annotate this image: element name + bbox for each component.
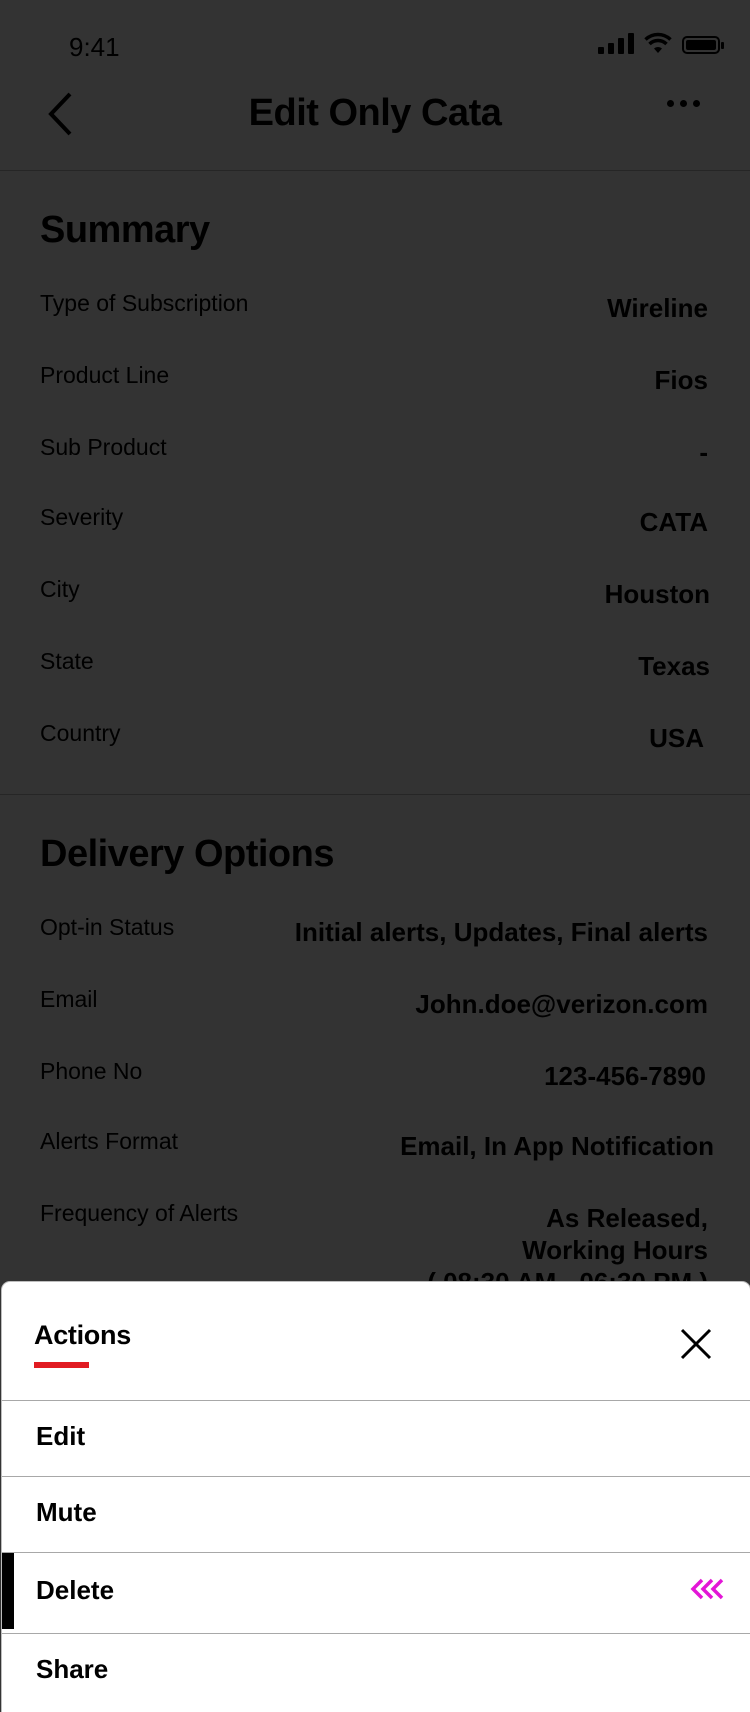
action-share[interactable]: Share (2, 1634, 750, 1709)
more-horizontal-icon (667, 100, 674, 107)
row-label: Opt-in Status (40, 914, 175, 940)
delivery-row-email: Email John.doe@verizon.com (40, 986, 708, 1026)
delivery-row-phone: Phone No 123-456-7890 (40, 1058, 708, 1098)
row-label: Email (40, 986, 98, 1012)
row-value: - (699, 437, 708, 467)
active-indicator (2, 1553, 14, 1629)
page-title: Edit Only Cata (248, 92, 502, 134)
status-time: 9:41 (69, 32, 120, 62)
summary-row-subscription: Type of Subscription Wireline (40, 290, 708, 330)
row-value: Texas (638, 651, 710, 681)
row-value: 123-456-7890 (544, 1061, 706, 1091)
frequency-line: Working Hours (522, 1235, 708, 1265)
action-mute[interactable]: Mute (2, 1477, 750, 1553)
action-label: Mute (36, 1497, 97, 1527)
row-label: Sub Product (40, 434, 167, 460)
top-nav-bar: Edit Only Cata (0, 90, 750, 171)
summary-row-severity: Severity CATA (40, 504, 708, 544)
delivery-options-title: Delivery Options (40, 833, 334, 875)
row-label: City (40, 576, 80, 602)
row-value: Fios (654, 365, 708, 395)
row-label: Severity (40, 504, 124, 530)
row-value: CATA (639, 507, 708, 537)
delivery-row-frequency: Frequency of Alerts As Released, Working… (40, 1200, 708, 1297)
summary-row-country: Country USA (40, 720, 708, 760)
action-label: Share (36, 1654, 109, 1684)
swipe-left-icon[interactable] (690, 1577, 726, 1601)
action-edit[interactable]: Edit (2, 1401, 750, 1477)
row-value: Wireline (607, 293, 708, 323)
row-label: Alerts Format (40, 1128, 179, 1154)
actions-bottom-sheet: Actions Edit Mute Delete Share (2, 1282, 750, 1712)
row-value: USA (649, 723, 704, 753)
more-options-button[interactable] (667, 100, 700, 107)
sheet-header: Actions (2, 1282, 750, 1401)
summary-row-sub-product: Sub Product - (40, 434, 708, 474)
sheet-title-underline (34, 1362, 89, 1368)
close-button[interactable] (678, 1326, 714, 1362)
frequency-line: As Released, (546, 1203, 708, 1233)
delivery-row-opt-in: Opt-in Status Initial alerts, Updates, F… (40, 914, 708, 954)
row-value: Houston (604, 579, 710, 609)
row-label: Frequency of Alerts (40, 1200, 239, 1226)
row-label: Country (40, 720, 121, 746)
row-value: John.doe@verizon.com (415, 989, 708, 1019)
summary-row-city: City Houston (40, 576, 710, 616)
row-label: Type of Subscription (40, 290, 249, 316)
status-bar: 9:41 (0, 0, 750, 90)
action-label: Delete (36, 1575, 115, 1605)
signal-icon (598, 32, 634, 54)
status-icons (598, 32, 724, 54)
delivery-row-alerts-format: Alerts Format Email, In App Notification (40, 1128, 714, 1168)
action-label: Edit (36, 1421, 86, 1451)
row-label: Phone No (40, 1058, 143, 1084)
row-value: Email, In App Notification (400, 1131, 714, 1161)
row-label: State (40, 648, 94, 674)
summary-row-state: State Texas (40, 648, 710, 688)
summary-row-product-line: Product Line Fios (40, 362, 708, 402)
action-delete[interactable]: Delete (2, 1553, 750, 1634)
row-value: Initial alerts, Updates, Final alerts (294, 917, 708, 947)
wifi-icon (644, 32, 672, 53)
section-divider (0, 794, 750, 795)
sheet-title: Actions (34, 1320, 131, 1350)
close-icon (680, 1328, 712, 1360)
battery-icon (682, 36, 724, 54)
summary-title: Summary (40, 209, 210, 251)
row-label: Product Line (40, 362, 170, 388)
